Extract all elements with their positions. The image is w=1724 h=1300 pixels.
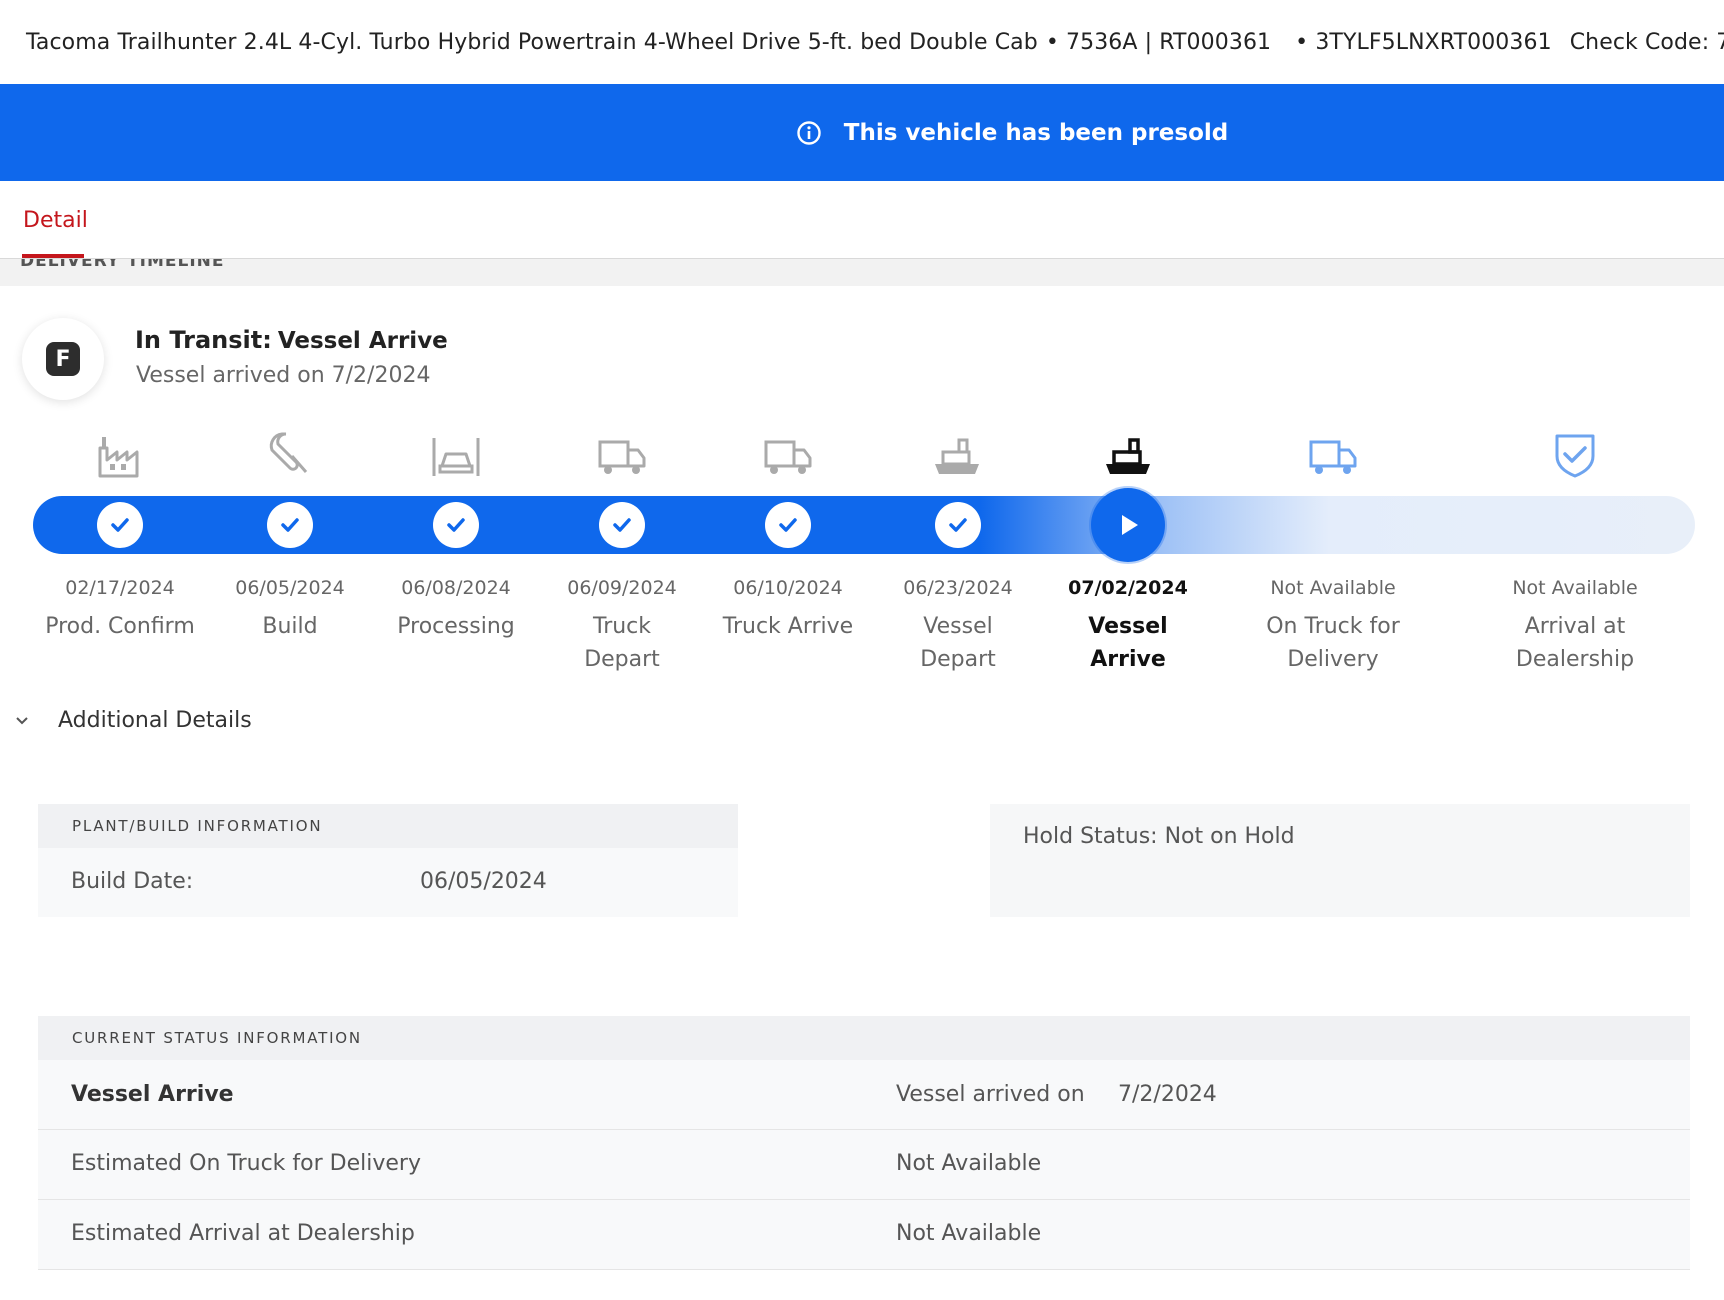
- check-icon: [613, 518, 631, 532]
- hold-status-panel: [990, 804, 1690, 917]
- timeline-step-check: [267, 502, 313, 548]
- banner-text: This vehicle has been presold: [843, 119, 1229, 146]
- current-status-row-value: Not Available: [896, 1151, 1042, 1176]
- timeline-label: Arrival at Dealership: [1515, 614, 1635, 672]
- current-status-row-value: Not Available: [896, 1221, 1042, 1246]
- section-title-strip: DELIVERY TIMELINE: [0, 259, 1724, 286]
- vehicle-header: Tacoma Trailhunter 2.4L 4-Cyl. Turbo Hyb…: [0, 0, 1724, 84]
- ship-icon: [931, 432, 983, 480]
- row-divider: [38, 1129, 1690, 1130]
- additional-details-toggle[interactable]: Additional Details: [14, 708, 252, 733]
- chevron-down-icon: [16, 716, 28, 724]
- current-status-row-label: Estimated Arrival at Dealership: [71, 1221, 415, 1246]
- row-divider: [38, 1199, 1690, 1200]
- timeline-step-check: [599, 502, 645, 548]
- tab-bar: Detail: [0, 181, 1724, 259]
- additional-details-label: Additional Details: [58, 708, 252, 733]
- status-avatar: F: [22, 318, 104, 400]
- tab-detail[interactable]: Detail: [23, 208, 88, 233]
- timeline-step-check: [97, 502, 143, 548]
- section-title: DELIVERY TIMELINE: [20, 259, 225, 271]
- truck-icon: [1307, 432, 1359, 480]
- status-label: In Transit:: [135, 326, 272, 354]
- current-status-row-value-label: Vessel arrived on: [896, 1082, 1085, 1107]
- factory-icon: [95, 432, 147, 480]
- timeline-date: Not Available: [1512, 577, 1638, 599]
- check-icon: [111, 518, 129, 532]
- timeline-date: 07/02/2024: [1068, 577, 1188, 599]
- check-icon: [447, 518, 465, 532]
- status-value: Vessel Arrive: [277, 328, 448, 354]
- hold-status: Hold Status: Not on Hold: [1023, 824, 1295, 849]
- plant-build-heading: PLANT/BUILD INFORMATION: [38, 804, 738, 848]
- presold-banner: This vehicle has been presold: [0, 84, 1724, 181]
- timeline-step-check: [433, 502, 479, 548]
- current-status-row-value: 7/2/2024: [1118, 1082, 1217, 1107]
- build-date-label: Build Date:: [71, 869, 194, 894]
- timeline-step-check: [935, 502, 981, 548]
- current-status-row-label: Vessel Arrive: [71, 1082, 234, 1107]
- model-code: • 7536A | RT000361: [1045, 29, 1272, 55]
- current-status-heading: CURRENT STATUS INFORMATION: [38, 1016, 1690, 1060]
- timeline-date: Not Available: [1270, 577, 1396, 599]
- row-divider: [38, 1269, 1690, 1270]
- timeline-step-check: [765, 502, 811, 548]
- ship-icon: [1102, 432, 1154, 480]
- current-status-row-label: Estimated On Truck for Delivery: [71, 1151, 421, 1176]
- vin: • 3TYLF5LNXRT000361: [1295, 29, 1552, 55]
- check-icon: [779, 518, 797, 532]
- check-icon: [281, 518, 299, 532]
- shield-check-icon: [1549, 432, 1601, 480]
- car-lift-icon: [430, 432, 482, 480]
- play-icon: [1122, 515, 1138, 535]
- truck-icon: [762, 432, 814, 480]
- tab-active-indicator: [22, 254, 84, 258]
- timeline-step-current: [1091, 488, 1165, 562]
- status-badge: F: [46, 342, 80, 376]
- status-subtitle: Vessel arrived on 7/2/2024: [136, 363, 431, 388]
- truck-icon: [596, 432, 648, 480]
- check-icon: [949, 518, 967, 532]
- info-icon: [797, 120, 821, 145]
- wrench-icon: [264, 430, 316, 478]
- timeline-label: Vessel Arrive: [1088, 614, 1168, 672]
- vehicle-model: Tacoma Trailhunter 2.4L 4-Cyl. Turbo Hyb…: [26, 29, 1038, 55]
- timeline-label: On Truck for Delivery: [1266, 614, 1400, 672]
- check-code: Check Code: 7: [1569, 29, 1724, 55]
- build-date-value: 06/05/2024: [420, 869, 547, 894]
- status-title: In Transit: Vessel Arrive: [135, 326, 448, 354]
